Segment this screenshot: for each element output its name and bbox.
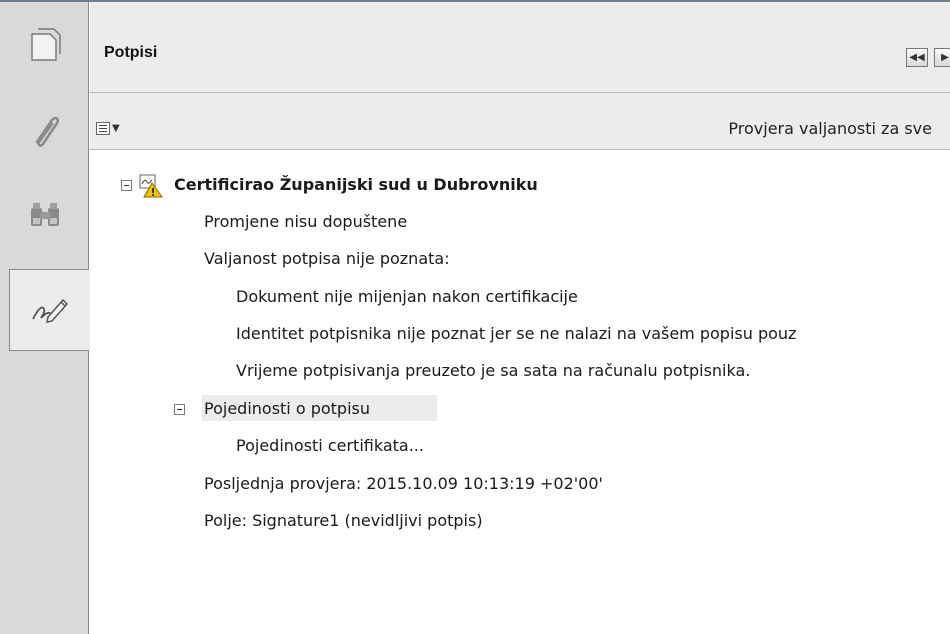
collapse-signature-toggle[interactable] — [121, 180, 132, 191]
signature-details-node[interactable]: Pojedinosti o potpisu — [204, 398, 370, 420]
pages-icon — [28, 26, 62, 62]
validity-detail-1: Dokument nije mijenjan nakon certifikaci… — [236, 287, 578, 306]
double-left-arrow-icon: ◀◀ — [909, 52, 925, 63]
signature-changes: Promjene nisu dopuštene — [204, 212, 408, 231]
chevron-down-icon: ▼ — [112, 123, 120, 134]
signatures-panel: Potpisi ◀◀ ▶ ▼ Provjera valjanosti za sv… — [90, 2, 950, 634]
collapse-panel-button[interactable]: ◀◀ — [906, 48, 928, 67]
right-arrow-icon: ▶ — [941, 52, 949, 63]
tab-pages[interactable] — [0, 10, 89, 78]
signature-pen-icon — [30, 295, 70, 325]
options-menu-button[interactable]: ▼ — [96, 122, 120, 135]
certified-warning-icon — [139, 174, 163, 202]
validity-detail-2: Identitet potpisnika nije poznat jer se … — [236, 324, 797, 343]
panel-nav-buttons: ◀◀ ▶ — [906, 48, 950, 67]
navigation-tab-strip — [0, 2, 90, 634]
panel-header: Potpisi ◀◀ ▶ — [90, 2, 950, 93]
signature-validity: Valjanost potpisa nije poznata: — [204, 249, 450, 268]
certificate-details-link[interactable]: Pojedinosti certifikata... — [236, 435, 424, 457]
paperclip-icon — [28, 112, 62, 150]
last-check: Posljednja provjera: 2015.10.09 10:13:19… — [204, 474, 603, 493]
signature-field: Polje: Signature1 (nevidljivi potpis) — [204, 511, 483, 530]
binoculars-icon — [28, 200, 62, 230]
panel-toolbar: ▼ Provjera valjanosti za sve — [90, 93, 950, 149]
options-menu-icon — [96, 122, 110, 135]
validate-all-button[interactable]: Provjera valjanosti za sve — [728, 119, 932, 138]
tab-attachments[interactable] — [0, 97, 89, 165]
signature-title[interactable]: Certificirao Županijski sud u Dubrovniku — [174, 174, 538, 196]
tab-search[interactable] — [0, 181, 89, 249]
collapse-details-toggle[interactable] — [174, 404, 185, 415]
next-panel-button[interactable]: ▶ — [934, 48, 950, 67]
validity-detail-3: Vrijeme potpisivanja preuzeto je sa sata… — [236, 361, 751, 380]
panel-title: Potpisi — [104, 44, 158, 61]
tab-signatures[interactable] — [9, 269, 90, 351]
